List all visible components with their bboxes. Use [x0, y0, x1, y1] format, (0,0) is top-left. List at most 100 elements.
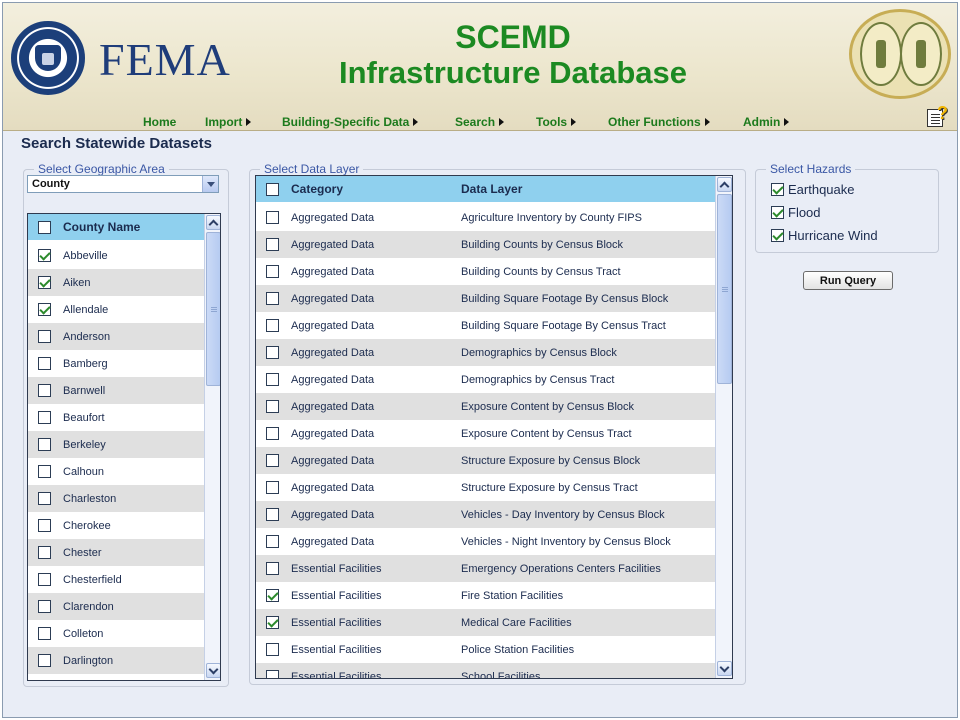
data-layer-row[interactable]: Aggregated Data Demographics by Census Bl… — [256, 339, 715, 366]
county-row[interactable]: Abbeville — [28, 242, 204, 269]
data-layer-checkbox[interactable] — [266, 643, 279, 656]
nav-import[interactable]: Import — [205, 114, 282, 130]
county-name: Clarendon — [63, 600, 114, 613]
data-layer-checkbox[interactable] — [266, 265, 279, 278]
data-layer-checkbox[interactable] — [266, 454, 279, 467]
county-checkbox[interactable] — [38, 600, 51, 613]
data-layer-row[interactable]: Essential Facilities Police Station Facil… — [256, 636, 715, 663]
scroll-down-icon[interactable] — [717, 661, 732, 676]
county-checkbox[interactable] — [38, 384, 51, 397]
data-layer-checkbox[interactable] — [266, 535, 279, 548]
layer-name: Vehicles - Night Inventory by Census Blo… — [461, 535, 671, 548]
data-layer-checkbox[interactable] — [266, 481, 279, 494]
county-row[interactable]: Darlington — [28, 647, 204, 674]
county-row[interactable]: Charleston — [28, 485, 204, 512]
data-layer-row[interactable]: Aggregated Data Vehicles - Night Inventor… — [256, 528, 715, 555]
data-layer-row[interactable]: Essential Facilities Fire Station Facilit… — [256, 582, 715, 609]
county-name: Chesterfield — [63, 573, 122, 586]
county-checkbox[interactable] — [38, 654, 51, 667]
help-icon[interactable]: ? — [925, 103, 951, 129]
nav-building-specific-data[interactable]: Building-Specific Data — [282, 114, 455, 130]
data-layer-checkbox[interactable] — [266, 292, 279, 305]
nav-home[interactable]: Home — [143, 114, 205, 130]
data-layer-checkbox[interactable] — [266, 427, 279, 440]
data-layer-checkbox[interactable] — [266, 670, 279, 678]
data-layer-row[interactable]: Essential Facilities School Facilities — [256, 663, 715, 678]
data-layer-row[interactable]: Aggregated Data Building Square Footage B… — [256, 312, 715, 339]
county-row[interactable]: Calhoun — [28, 458, 204, 485]
data-layer-row[interactable]: Aggregated Data Building Square Footage B… — [256, 285, 715, 312]
data-layer-row[interactable]: Aggregated Data Agriculture Inventory by … — [256, 204, 715, 231]
data-layer-checkbox[interactable] — [266, 508, 279, 521]
scroll-up-icon[interactable] — [206, 215, 220, 230]
scroll-thumb[interactable] — [717, 194, 732, 384]
hazard-flood[interactable]: Flood — [771, 205, 821, 220]
county-row[interactable]: Chesterfield — [28, 566, 204, 593]
county-checkbox[interactable] — [38, 276, 51, 289]
nav-admin[interactable]: Admin — [743, 114, 803, 130]
geo-area-select[interactable]: County — [27, 175, 219, 193]
nav-other-functions[interactable]: Other Functions — [608, 114, 743, 130]
county-row[interactable]: Berkeley — [28, 431, 204, 458]
data-layer-row[interactable]: Essential Facilities Medical Care Facilit… — [256, 609, 715, 636]
data-layer-checkbox[interactable] — [266, 346, 279, 359]
county-row[interactable]: Beaufort — [28, 404, 204, 431]
county-row[interactable]: Allendale — [28, 296, 204, 323]
data-layer-checkbox[interactable] — [266, 211, 279, 224]
county-checkbox[interactable] — [38, 330, 51, 343]
county-row[interactable]: Colleton — [28, 620, 204, 647]
county-checkbox[interactable] — [38, 438, 51, 451]
hazard-earthquake[interactable]: Earthquake — [771, 182, 855, 197]
scroll-thumb[interactable] — [206, 232, 220, 386]
hazard-hurricane-wind[interactable]: Hurricane Wind — [771, 228, 878, 243]
select-all-layers-checkbox[interactable] — [266, 182, 279, 196]
county-row[interactable]: Cherokee — [28, 512, 204, 539]
run-query-button[interactable]: Run Query — [803, 271, 893, 290]
scroll-up-icon[interactable] — [717, 177, 732, 192]
county-checkbox[interactable] — [38, 492, 51, 505]
data-layer-checkbox[interactable] — [266, 589, 279, 602]
county-checkbox[interactable] — [38, 411, 51, 424]
county-row[interactable]: Aiken — [28, 269, 204, 296]
county-checkbox[interactable] — [38, 519, 51, 532]
data-layer-checkbox[interactable] — [266, 400, 279, 413]
data-layer-checkbox[interactable] — [266, 562, 279, 575]
data-layer-row[interactable]: Aggregated Data Building Counts by Census… — [256, 231, 715, 258]
chevron-down-icon[interactable] — [202, 176, 218, 192]
county-row[interactable]: Barnwell — [28, 377, 204, 404]
county-checkbox[interactable] — [38, 357, 51, 370]
scroll-down-icon[interactable] — [206, 663, 220, 678]
data-layer-checkbox[interactable] — [266, 319, 279, 332]
county-checkbox[interactable] — [38, 303, 51, 316]
data-layer-row[interactable]: Aggregated Data Building Counts by Census… — [256, 258, 715, 285]
county-row[interactable]: Chester — [28, 539, 204, 566]
county-checkbox[interactable] — [38, 546, 51, 559]
hazard-checkbox[interactable] — [771, 183, 784, 196]
data-layer-checkbox[interactable] — [266, 616, 279, 629]
data-layer-checkbox[interactable] — [266, 238, 279, 251]
county-name: Colleton — [63, 627, 104, 640]
county-list-scrollbar[interactable] — [204, 214, 220, 680]
select-all-counties-checkbox[interactable] — [38, 220, 51, 234]
data-layer-row[interactable]: Essential Facilities Emergency Operations… — [256, 555, 715, 582]
data-layer-row[interactable]: Aggregated Data Structure Exposure by Cen… — [256, 474, 715, 501]
data-layer-checkbox[interactable] — [266, 373, 279, 386]
main-nav: Home Import Building-Specific Data Search To… — [143, 114, 803, 130]
hazard-checkbox[interactable] — [771, 229, 784, 242]
nav-tools[interactable]: Tools — [536, 114, 608, 130]
county-row[interactable]: Clarendon — [28, 593, 204, 620]
data-layer-row[interactable]: Aggregated Data Vehicles - Day Inventory … — [256, 501, 715, 528]
county-row[interactable]: Anderson — [28, 323, 204, 350]
data-layer-row[interactable]: Aggregated Data Exposure Content by Censu… — [256, 420, 715, 447]
county-checkbox[interactable] — [38, 627, 51, 640]
county-checkbox[interactable] — [38, 465, 51, 478]
data-layer-scrollbar[interactable] — [715, 176, 732, 678]
county-row[interactable]: Bamberg — [28, 350, 204, 377]
data-layer-row[interactable]: Aggregated Data Demographics by Census Tr… — [256, 366, 715, 393]
data-layer-row[interactable]: Aggregated Data Exposure Content by Censu… — [256, 393, 715, 420]
county-checkbox[interactable] — [38, 573, 51, 586]
county-checkbox[interactable] — [38, 249, 51, 262]
nav-search[interactable]: Search — [455, 114, 536, 130]
data-layer-row[interactable]: Aggregated Data Structure Exposure by Cen… — [256, 447, 715, 474]
hazard-checkbox[interactable] — [771, 206, 784, 219]
